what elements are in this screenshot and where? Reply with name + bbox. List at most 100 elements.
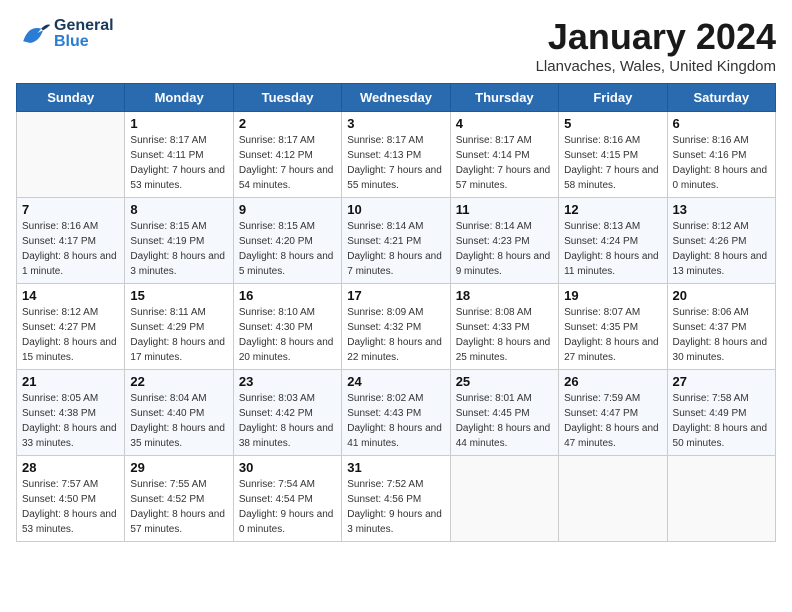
week-row-2: 7Sunrise: 8:16 AMSunset: 4:17 PMDaylight… bbox=[17, 198, 776, 284]
logo-blue-text: Blue bbox=[54, 34, 114, 50]
calendar-cell-w3-d2: 15 Sunrise: 8:11 AMSunset: 4:29 PMDayligh… bbox=[125, 284, 233, 370]
day-number: 16 bbox=[239, 288, 336, 303]
day-info: Sunrise: 8:14 AMSunset: 4:21 PMDaylight:… bbox=[347, 219, 444, 279]
calendar-cell-w2-d4: 10 Sunrise: 8:14 AMSunset: 4:21 PMDayligh… bbox=[342, 198, 450, 284]
day-number: 3 bbox=[347, 116, 444, 131]
day-number: 13 bbox=[673, 202, 770, 217]
day-number: 28 bbox=[22, 460, 119, 475]
month-title: January 2024 bbox=[536, 16, 776, 58]
day-info: Sunrise: 8:14 AMSunset: 4:23 PMDaylight:… bbox=[456, 219, 553, 279]
day-number: 5 bbox=[564, 116, 661, 131]
week-row-5: 28 Sunrise: 7:57 AMSunset: 4:50 PMDayligh… bbox=[17, 456, 776, 542]
weekday-header-friday: Friday bbox=[559, 84, 667, 112]
calendar-cell-w3-d7: 20 Sunrise: 8:06 AMSunset: 4:37 PMDayligh… bbox=[667, 284, 775, 370]
day-number: 23 bbox=[239, 374, 336, 389]
calendar-cell-w3-d3: 16 Sunrise: 8:10 AMSunset: 4:30 PMDayligh… bbox=[233, 284, 341, 370]
week-row-1: 1 Sunrise: 8:17 AMSunset: 4:11 PMDaylight… bbox=[17, 112, 776, 198]
week-row-3: 14Sunrise: 8:12 AMSunset: 4:27 PMDayligh… bbox=[17, 284, 776, 370]
day-info: Sunrise: 7:55 AMSunset: 4:52 PMDaylight:… bbox=[130, 477, 227, 537]
weekday-header-wednesday: Wednesday bbox=[342, 84, 450, 112]
day-info: Sunrise: 8:17 AMSunset: 4:14 PMDaylight:… bbox=[456, 133, 553, 193]
day-number: 29 bbox=[130, 460, 227, 475]
logo-bird-icon bbox=[16, 16, 52, 52]
calendar-cell-w5-d4: 31 Sunrise: 7:52 AMSunset: 4:56 PMDayligh… bbox=[342, 456, 450, 542]
weekday-header-saturday: Saturday bbox=[667, 84, 775, 112]
day-number: 6 bbox=[673, 116, 770, 131]
day-number: 14 bbox=[22, 288, 119, 303]
calendar-table: SundayMondayTuesdayWednesdayThursdayFrid… bbox=[16, 83, 776, 542]
weekday-header-sunday: Sunday bbox=[17, 84, 125, 112]
day-info: Sunrise: 8:02 AMSunset: 4:43 PMDaylight:… bbox=[347, 391, 444, 451]
calendar-cell-w5-d3: 30Sunrise: 7:54 AMSunset: 4:54 PMDayligh… bbox=[233, 456, 341, 542]
day-info: Sunrise: 7:58 AMSunset: 4:49 PMDaylight:… bbox=[673, 391, 770, 451]
calendar-cell-w2-d1: 7Sunrise: 8:16 AMSunset: 4:17 PMDaylight… bbox=[17, 198, 125, 284]
calendar-cell-w5-d2: 29 Sunrise: 7:55 AMSunset: 4:52 PMDayligh… bbox=[125, 456, 233, 542]
weekday-header-monday: Monday bbox=[125, 84, 233, 112]
day-number: 30 bbox=[239, 460, 336, 475]
day-info: Sunrise: 7:52 AMSunset: 4:56 PMDaylight:… bbox=[347, 477, 444, 537]
day-number: 31 bbox=[347, 460, 444, 475]
day-number: 10 bbox=[347, 202, 444, 217]
logo: General Blue bbox=[16, 16, 114, 52]
day-info: Sunrise: 8:12 AMSunset: 4:26 PMDaylight:… bbox=[673, 219, 770, 279]
day-info: Sunrise: 8:03 AMSunset: 4:42 PMDaylight:… bbox=[239, 391, 336, 451]
day-info: Sunrise: 8:06 AMSunset: 4:37 PMDaylight:… bbox=[673, 305, 770, 365]
calendar-cell-w1-d5: 4 Sunrise: 8:17 AMSunset: 4:14 PMDaylight… bbox=[450, 112, 558, 198]
day-info: Sunrise: 8:17 AMSunset: 4:11 PMDaylight:… bbox=[130, 133, 227, 193]
calendar-cell-w2-d5: 11Sunrise: 8:14 AMSunset: 4:23 PMDayligh… bbox=[450, 198, 558, 284]
day-number: 18 bbox=[456, 288, 553, 303]
day-number: 12 bbox=[564, 202, 661, 217]
day-info: Sunrise: 8:16 AMSunset: 4:16 PMDaylight:… bbox=[673, 133, 770, 193]
calendar-body: 1 Sunrise: 8:17 AMSunset: 4:11 PMDaylight… bbox=[17, 112, 776, 542]
day-number: 20 bbox=[673, 288, 770, 303]
day-number: 19 bbox=[564, 288, 661, 303]
day-number: 15 bbox=[130, 288, 227, 303]
calendar-header: SundayMondayTuesdayWednesdayThursdayFrid… bbox=[17, 84, 776, 112]
day-info: Sunrise: 8:16 AMSunset: 4:17 PMDaylight:… bbox=[22, 219, 119, 279]
day-number: 2 bbox=[239, 116, 336, 131]
day-info: Sunrise: 8:11 AMSunset: 4:29 PMDaylight:… bbox=[130, 305, 227, 365]
day-info: Sunrise: 8:15 AMSunset: 4:20 PMDaylight:… bbox=[239, 219, 336, 279]
calendar-cell-w4-d6: 26Sunrise: 7:59 AMSunset: 4:47 PMDayligh… bbox=[559, 370, 667, 456]
day-number: 26 bbox=[564, 374, 661, 389]
calendar-cell-w5-d6 bbox=[559, 456, 667, 542]
calendar-cell-w3-d6: 19Sunrise: 8:07 AMSunset: 4:35 PMDayligh… bbox=[559, 284, 667, 370]
day-info: Sunrise: 8:01 AMSunset: 4:45 PMDaylight:… bbox=[456, 391, 553, 451]
calendar-cell-w5-d7 bbox=[667, 456, 775, 542]
day-number: 22 bbox=[130, 374, 227, 389]
day-number: 24 bbox=[347, 374, 444, 389]
location-subtitle: Llanvaches, Wales, United Kingdom bbox=[536, 58, 776, 75]
calendar-cell-w3-d5: 18Sunrise: 8:08 AMSunset: 4:33 PMDayligh… bbox=[450, 284, 558, 370]
calendar-cell-w1-d3: 2 Sunrise: 8:17 AMSunset: 4:12 PMDaylight… bbox=[233, 112, 341, 198]
calendar-cell-w5-d1: 28 Sunrise: 7:57 AMSunset: 4:50 PMDayligh… bbox=[17, 456, 125, 542]
day-info: Sunrise: 8:17 AMSunset: 4:12 PMDaylight:… bbox=[239, 133, 336, 193]
calendar-cell-w3-d1: 14Sunrise: 8:12 AMSunset: 4:27 PMDayligh… bbox=[17, 284, 125, 370]
day-number: 8 bbox=[130, 202, 227, 217]
calendar-cell-w4-d2: 22Sunrise: 8:04 AMSunset: 4:40 PMDayligh… bbox=[125, 370, 233, 456]
weekday-header-tuesday: Tuesday bbox=[233, 84, 341, 112]
day-info: Sunrise: 7:57 AMSunset: 4:50 PMDaylight:… bbox=[22, 477, 119, 537]
day-number: 9 bbox=[239, 202, 336, 217]
day-info: Sunrise: 8:13 AMSunset: 4:24 PMDaylight:… bbox=[564, 219, 661, 279]
calendar-cell-w2-d6: 12 Sunrise: 8:13 AMSunset: 4:24 PMDayligh… bbox=[559, 198, 667, 284]
calendar-cell-w2-d7: 13 Sunrise: 8:12 AMSunset: 4:26 PMDayligh… bbox=[667, 198, 775, 284]
calendar-cell-w2-d3: 9 Sunrise: 8:15 AMSunset: 4:20 PMDaylight… bbox=[233, 198, 341, 284]
week-row-4: 21 Sunrise: 8:05 AMSunset: 4:38 PMDayligh… bbox=[17, 370, 776, 456]
day-number: 21 bbox=[22, 374, 119, 389]
header: General Blue January 2024 Llanvaches, Wa… bbox=[16, 16, 776, 75]
calendar-cell-w5-d5 bbox=[450, 456, 558, 542]
calendar-cell-w1-d6: 5Sunrise: 8:16 AMSunset: 4:15 PMDaylight… bbox=[559, 112, 667, 198]
day-number: 1 bbox=[130, 116, 227, 131]
calendar-cell-w2-d2: 8 Sunrise: 8:15 AMSunset: 4:19 PMDaylight… bbox=[125, 198, 233, 284]
calendar-cell-w1-d7: 6 Sunrise: 8:16 AMSunset: 4:16 PMDaylight… bbox=[667, 112, 775, 198]
day-info: Sunrise: 8:15 AMSunset: 4:19 PMDaylight:… bbox=[130, 219, 227, 279]
day-number: 4 bbox=[456, 116, 553, 131]
day-info: Sunrise: 8:10 AMSunset: 4:30 PMDaylight:… bbox=[239, 305, 336, 365]
day-info: Sunrise: 8:05 AMSunset: 4:38 PMDaylight:… bbox=[22, 391, 119, 451]
logo-text: General Blue bbox=[54, 18, 114, 50]
day-number: 17 bbox=[347, 288, 444, 303]
calendar-cell-w4-d5: 25Sunrise: 8:01 AMSunset: 4:45 PMDayligh… bbox=[450, 370, 558, 456]
title-area: January 2024 Llanvaches, Wales, United K… bbox=[536, 16, 776, 75]
day-info: Sunrise: 8:17 AMSunset: 4:13 PMDaylight:… bbox=[347, 133, 444, 193]
day-number: 27 bbox=[673, 374, 770, 389]
